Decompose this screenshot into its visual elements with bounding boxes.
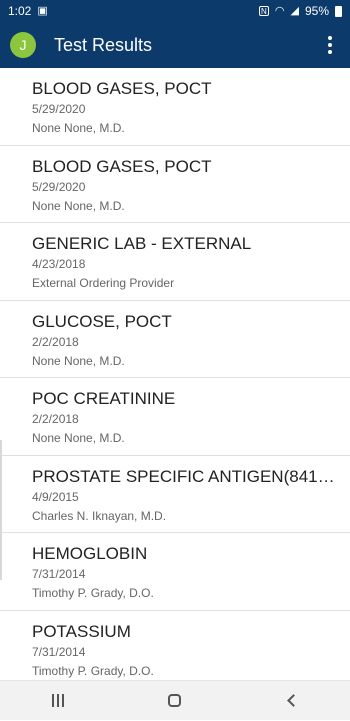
- list-item[interactable]: GENERIC LAB - EXTERNAL 4/23/2018 Externa…: [0, 223, 350, 301]
- home-icon: [168, 694, 182, 707]
- result-provider: None None, M.D.: [32, 121, 125, 135]
- avatar-initial: J: [19, 37, 27, 53]
- back-button[interactable]: [262, 681, 322, 721]
- result-provider: Charles N. Iknayan, M.D.: [32, 508, 167, 523]
- app-bar: J Test Results: [0, 22, 350, 68]
- result-date: 2/2/2018: [32, 334, 79, 349]
- result-date: 7/31/2014: [32, 567, 86, 581]
- list-item[interactable]: HEMOGLOBIN 7/31/2014 Timothy P. Grady, D…: [0, 533, 350, 611]
- result-title: GLUCOSE, POCT: [32, 311, 172, 331]
- battery-icon: [335, 5, 342, 17]
- recents-icon: [52, 694, 65, 707]
- result-provider: None None, M.D.: [32, 198, 125, 213]
- recents-button[interactable]: [28, 681, 88, 721]
- result-title: POTASSIUM: [32, 621, 131, 641]
- test-results-list[interactable]: BLOOD GASES, POCT 5/29/2020 None None, M…: [0, 68, 350, 680]
- result-title: GENERIC LAB - EXTERNAL: [32, 234, 252, 253]
- result-date: 4/9/2015: [32, 489, 79, 504]
- status-time: 1:02: [8, 4, 32, 18]
- list-item[interactable]: BLOOD GASES, POCT 5/29/2020 None None, M…: [0, 146, 350, 223]
- avatar[interactable]: J: [10, 32, 36, 58]
- scroll-edge-indicator: [0, 440, 2, 580]
- result-title: HEMOGLOBIN: [32, 544, 148, 563]
- list-item[interactable]: BLOOD GASES, POCT 5/29/2020 None None, M…: [0, 68, 350, 146]
- image-icon: ▣: [37, 4, 48, 17]
- result-title: POC CREATININE: [32, 389, 176, 408]
- more-vert-icon[interactable]: [320, 33, 340, 57]
- result-provider: Timothy P. Grady, D.O.: [32, 663, 154, 678]
- status-bar: 1:02 ▣ N ◠ ◢ 95%: [0, 0, 350, 22]
- wifi-icon: ◠: [274, 4, 285, 17]
- home-button[interactable]: [145, 681, 205, 721]
- result-title: BLOOD GASES, POCT: [32, 156, 212, 176]
- battery-level: 95%: [304, 4, 329, 18]
- system-nav-bar: [0, 680, 350, 720]
- list-item[interactable]: GLUCOSE, POCT 2/2/2018 None None, M.D.: [0, 301, 350, 378]
- list-item[interactable]: POC CREATININE 2/2/2018 None None, M.D.: [0, 378, 350, 456]
- result-date: 2/2/2018: [32, 412, 79, 426]
- list-item[interactable]: PROSTATE SPECIFIC ANTIGEN(841… 4/9/2015 …: [0, 456, 350, 533]
- result-provider: External Ordering Provider: [32, 276, 175, 290]
- back-icon: [287, 694, 301, 707]
- result-date: 5/29/2020: [32, 102, 86, 116]
- signal-icon: ◢: [290, 4, 299, 17]
- result-provider: None None, M.D.: [32, 431, 125, 445]
- result-date: 4/23/2018: [32, 257, 86, 271]
- page-title: Test Results: [54, 34, 153, 55]
- result-title: BLOOD GASES, POCT: [32, 79, 212, 98]
- list-item[interactable]: POTASSIUM 7/31/2014 Timothy P. Grady, D.…: [0, 611, 350, 681]
- result-date: 5/29/2020: [32, 179, 86, 194]
- result-title: PROSTATE SPECIFIC ANTIGEN(841…: [32, 466, 335, 486]
- result-date: 7/31/2014: [32, 644, 86, 659]
- result-provider: Timothy P. Grady, D.O.: [32, 586, 154, 600]
- result-provider: None None, M.D.: [32, 353, 125, 368]
- nfc-icon: N: [258, 6, 269, 16]
